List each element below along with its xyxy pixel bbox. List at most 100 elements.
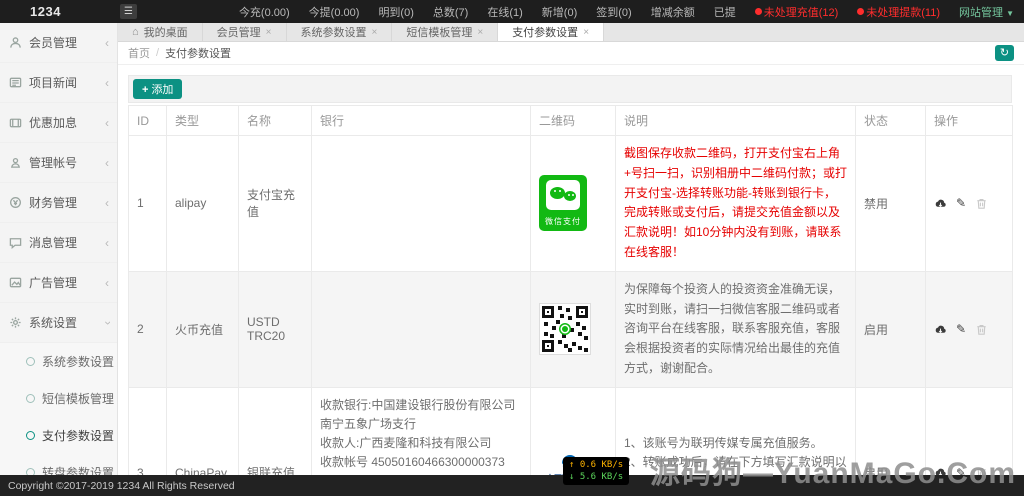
copyright-text: Copyright ©2017-2019 1234 All Rights Res… — [8, 479, 235, 492]
col-header-qrcode: 二维码 — [530, 105, 616, 136]
table-header-row: ID 类型 名称 银行 二维码 说明 状态 操作 — [128, 105, 1013, 136]
sidebar-subitem-sms-templates[interactable]: 短信模板管理 — [0, 380, 117, 417]
wechat-bubbles-icon — [546, 180, 580, 211]
news-icon — [9, 76, 22, 89]
table-row: 2 火币充值 USTD TRC20 为保障每个投资人的投资资金准确无误，实时到账… — [128, 270, 1013, 388]
cell-qrcode — [530, 270, 616, 388]
cell-status: 启用 — [855, 270, 926, 388]
circle-icon — [26, 394, 35, 403]
wechat-pay-label: 微信支付 — [545, 217, 581, 227]
footer: Copyright ©2017-2019 1234 All Rights Res… — [0, 475, 1024, 496]
cell-description: 为保障每个投资人的投资资金准确无误，实时到账，请扫一扫微信客服二维码或者咨询平台… — [615, 270, 856, 388]
chevron-left-icon: ‹ — [105, 75, 109, 90]
topbar-stats: 今充(0.00) 今提(0.00) 明到(0) 总数(7) 在线(1) 新增(0… — [239, 4, 1024, 20]
cell-qrcode: 微信支付 — [530, 135, 616, 272]
download-speed: ↓ 5.6 KB/s — [569, 472, 624, 483]
chevron-left-icon: ‹ — [105, 35, 109, 50]
stat-today-recharge[interactable]: 今充(0.00) — [239, 4, 290, 20]
table-toolbar: + 添加 — [128, 75, 1012, 103]
stat-balance-adjust[interactable]: 增减余额 — [651, 4, 695, 20]
close-icon[interactable]: × — [583, 27, 589, 38]
table-row: 1 alipay 支付宝充值 微信支付 截图保存收款二维码，打开支付宝右上角+号… — [128, 135, 1013, 272]
close-icon[interactable]: × — [477, 27, 483, 38]
main-area: ⌂ 我的桌面 会员管理 × 系统参数设置 × 短信模板管理 × 支付参数设置 × 首页 /… — [118, 23, 1024, 496]
tab-bar: ⌂ 我的桌面 会员管理 × 系统参数设置 × 短信模板管理 × 支付参数设置 × — [118, 23, 1024, 42]
edit-icon[interactable]: ✎ — [956, 322, 966, 336]
edit-icon[interactable]: ✎ — [956, 196, 966, 210]
sidebar-item-admin-accounts[interactable]: 管理帐号 ‹ — [0, 143, 117, 183]
add-button[interactable]: + 添加 — [133, 79, 183, 99]
col-header-actions: 操作 — [925, 105, 1013, 136]
cell-name: USTD TRC20 — [238, 270, 312, 388]
id-card-icon — [9, 156, 22, 169]
upload-speed: ↑ 0.6 KB/s — [569, 460, 624, 470]
sidebar-item-ads[interactable]: 广告管理 ‹ — [0, 263, 117, 303]
chevron-left-icon: ‹ — [105, 115, 109, 130]
plus-icon: + — [142, 84, 149, 96]
alert-pending-withdraw[interactable]: 未处理提款(11) — [857, 4, 940, 20]
alert-dot-icon — [754, 7, 762, 15]
col-header-type: 类型 — [166, 105, 239, 136]
refresh-button[interactable]: ↻ — [995, 45, 1014, 61]
sidebar-subitem-payment-params[interactable]: 支付参数设置 — [0, 417, 117, 454]
col-header-name: 名称 — [238, 105, 312, 136]
stat-new[interactable]: 新增(0) — [542, 4, 577, 20]
tab-system-params[interactable]: 系统参数设置 × — [287, 23, 393, 41]
stat-online[interactable]: 在线(1) — [487, 4, 522, 20]
finance-icon — [9, 196, 22, 209]
chevron-left-icon: ‹ — [105, 155, 109, 170]
stat-withdrawn[interactable]: 已提 — [714, 4, 736, 20]
app-logo: 1234 — [30, 4, 61, 19]
cell-actions: ✎ — [925, 270, 1013, 388]
stat-tomorrow-arrive[interactable]: 明到(0) — [378, 4, 413, 20]
cell-bank — [311, 135, 531, 272]
sidebar-item-promotions[interactable]: 优惠加息 ‹ — [0, 103, 117, 143]
chevron-left-icon: ‹ — [105, 235, 109, 250]
col-header-bank: 银行 — [311, 105, 531, 136]
cell-type: 火币充值 — [166, 270, 239, 388]
close-icon[interactable]: × — [372, 27, 378, 38]
wechat-pay-logo: 微信支付 — [539, 175, 587, 232]
cell-type: alipay — [166, 135, 239, 272]
gear-icon — [9, 316, 22, 329]
tab-members[interactable]: 会员管理 × — [203, 23, 287, 41]
alert-dot-icon — [857, 7, 865, 15]
delete-icon[interactable] — [975, 197, 988, 210]
col-header-id: ID — [128, 105, 167, 136]
admin-menu-dropdown[interactable]: 网站管理 ▼ — [959, 4, 1014, 20]
sidebar-item-members[interactable]: 会员管理 ‹ — [0, 23, 117, 63]
tab-payment-params[interactable]: 支付参数设置 × — [498, 23, 605, 41]
cloud-download-icon[interactable] — [934, 197, 947, 210]
breadcrumb-separator: / — [156, 47, 160, 59]
sidebar-item-finance[interactable]: 财务管理 ‹ — [0, 183, 117, 223]
chevron-left-icon: ‹ — [105, 195, 109, 210]
chevron-down-icon: ‹ — [100, 320, 114, 325]
breadcrumb-current: 支付参数设置 — [165, 48, 232, 60]
sidebar-item-messages[interactable]: 消息管理 ‹ — [0, 223, 117, 263]
payment-config-table: ID 类型 名称 银行 二维码 说明 状态 操作 1 alipay 支付宝充值 — [128, 105, 1013, 496]
tab-sms-templates[interactable]: 短信模板管理 × — [392, 23, 499, 41]
tab-desktop[interactable]: ⌂ 我的桌面 — [118, 23, 203, 41]
cell-actions: ✎ — [925, 135, 1013, 272]
breadcrumb-home[interactable]: 首页 — [128, 45, 150, 61]
hamburger-menu-icon[interactable]: ☰ — [120, 4, 137, 19]
sidebar-item-system-settings[interactable]: 系统设置 ‹ — [0, 303, 117, 343]
stat-today-withdraw[interactable]: 今提(0.00) — [309, 4, 360, 20]
chevron-left-icon: ‹ — [105, 275, 109, 290]
cloud-download-icon[interactable] — [934, 323, 947, 336]
image-icon — [9, 276, 22, 289]
cell-bank — [311, 270, 531, 388]
delete-icon[interactable] — [975, 323, 988, 336]
close-icon[interactable]: × — [266, 27, 272, 38]
sidebar: 会员管理 ‹ 项目新闻 ‹ 优惠加息 ‹ 管理帐号 ‹ 财务管理 ‹ 消息管理 ‹ 广告管理… — [0, 23, 118, 491]
alert-pending-recharge[interactable]: 未处理充值(12) — [754, 4, 838, 20]
cell-name: 支付宝充值 — [238, 135, 312, 272]
stat-signin[interactable]: 签到(0) — [596, 4, 631, 20]
cell-status: 禁用 — [855, 135, 926, 272]
network-speed-indicator: ↑ 0.6 KB/s ↓ 5.6 KB/s — [563, 457, 630, 486]
sidebar-item-news[interactable]: 项目新闻 ‹ — [0, 63, 117, 103]
promo-icon — [9, 116, 22, 129]
sidebar-subitem-system-params[interactable]: 系统参数设置 — [0, 343, 117, 380]
col-header-status: 状态 — [855, 105, 926, 136]
stat-total[interactable]: 总数(7) — [433, 4, 468, 20]
